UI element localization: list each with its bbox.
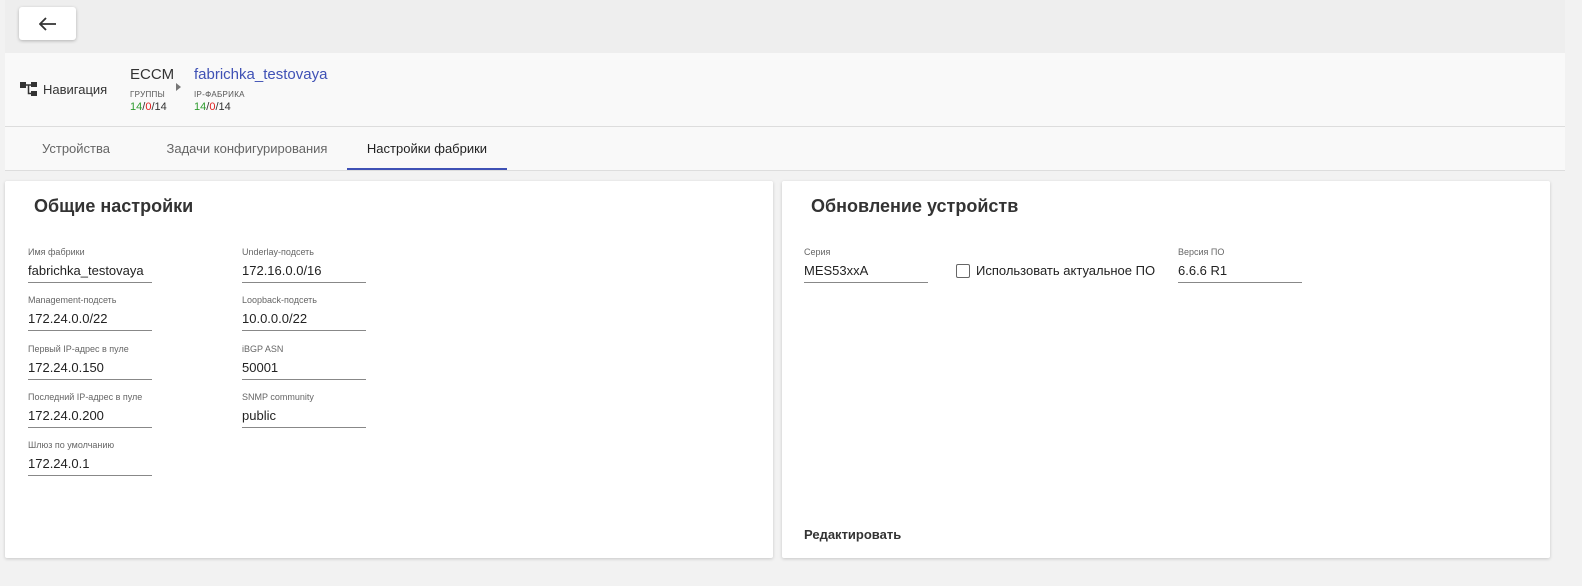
breadcrumb-group-subtitle: группы: [130, 90, 165, 99]
navigation-button[interactable]: Навигация: [20, 81, 107, 97]
breadcrumb-group-counts: 14/0/14: [130, 101, 167, 113]
device-update-card: Обновление устройств Серия MES53xxA Испо…: [782, 181, 1550, 558]
tab-bar: Устройства Задачи конфигурирования Настр…: [5, 127, 1565, 171]
use-actual-firmware-checkbox[interactable]: Использовать актуальное ПО: [956, 263, 1155, 278]
navigation-label: Навигация: [43, 81, 108, 97]
breadcrumb-fabric-subtitle: IP-фабрика: [194, 90, 245, 99]
breadcrumb-fabric-counts: 14/0/14: [194, 101, 231, 113]
breadcrumb-fabric-title[interactable]: fabrichka_testovaya: [194, 66, 327, 84]
breadcrumb-group[interactable]: ECCM группы 14/0/14: [130, 66, 174, 113]
edit-button[interactable]: Редактировать: [804, 527, 901, 542]
checkbox-box[interactable]: [956, 263, 970, 278]
first-ip-field[interactable]: Первый IP-адрес в пуле 172.24.0.150: [28, 344, 152, 380]
top-toolbar: [5, 0, 1565, 53]
checkbox-label: Использовать актуальное ПО: [976, 263, 1156, 278]
general-settings-title: Общие настройки: [34, 196, 194, 216]
snmp-community-field[interactable]: SNMP community public: [242, 392, 366, 428]
fabric-name-field[interactable]: Имя фабрики fabrichka_testovaya: [28, 247, 152, 283]
underlay-subnet-field[interactable]: Underlay-подсеть 172.16.0.0/16: [242, 247, 366, 283]
tab-config-tasks[interactable]: Задачи конфигурирования: [147, 127, 347, 170]
loopback-subnet-field[interactable]: Loopback-подсеть 10.0.0.0/22: [242, 295, 366, 331]
breadcrumb-separator-icon: [176, 83, 181, 91]
tab-devices[interactable]: Устройства: [5, 127, 147, 170]
device-update-title: Обновление устройств: [811, 196, 1019, 216]
firmware-version-field[interactable]: Версия ПО 6.6.6 R1: [1178, 247, 1302, 283]
breadcrumb-group-title: ECCM: [130, 66, 175, 83]
series-field[interactable]: Серия MES53xxA: [804, 247, 928, 283]
ibgp-asn-field[interactable]: iBGP ASN 50001: [242, 344, 366, 380]
breadcrumb-fabric[interactable]: fabrichka_testovaya IP-фабрика 14/0/14: [194, 66, 327, 113]
tab-fabric-settings[interactable]: Настройки фабрики: [347, 127, 507, 170]
back-button[interactable]: [19, 7, 76, 40]
general-settings-card: Общие настройки Имя фабрики fabrichka_te…: [5, 181, 773, 558]
last-ip-field[interactable]: Последний IP-адрес в пуле 172.24.0.200: [28, 392, 152, 428]
tree-icon: [20, 82, 37, 96]
management-subnet-field[interactable]: Management-подсеть 172.24.0.0/22: [28, 295, 152, 331]
arrow-left-icon: [38, 16, 56, 31]
default-gateway-field[interactable]: Шлюз по умолчанию 172.24.0.1: [28, 440, 152, 476]
navigation-bar: Навигация ECCM группы 14/0/14 fabrichka_…: [5, 53, 1565, 126]
